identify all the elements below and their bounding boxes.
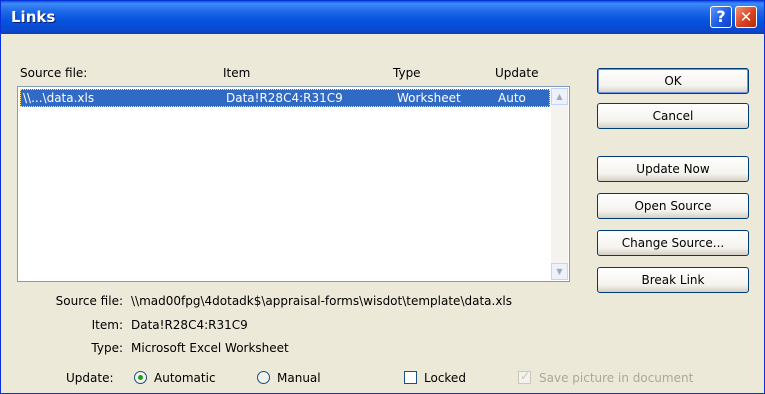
source-file-value: \\mad00fpg\4dotadk$\appraisal-forms\wisd… [131, 294, 513, 308]
dialog-title: Links [11, 8, 56, 26]
automatic-radio[interactable] [134, 371, 147, 384]
locked-checkbox[interactable] [404, 371, 417, 384]
manual-radio-label[interactable]: Manual [277, 371, 321, 385]
link-item-cell: Data!R28C4:R31C9 [226, 91, 343, 105]
link-source-cell: \\...\data.xls [23, 91, 95, 105]
source-file-label: Source file: [55, 294, 123, 308]
save-picture-checkbox[interactable] [518, 369, 531, 384]
manual-radio[interactable] [257, 371, 270, 384]
help-icon: ? [716, 7, 726, 26]
links-list[interactable]: \\...\data.xls Data!R28C4:R31C9 Workshee… [17, 86, 570, 282]
ok-button[interactable]: OK [597, 68, 749, 94]
help-button[interactable]: ? [710, 6, 732, 28]
close-icon: ✕ [739, 8, 753, 26]
column-header-source-file[interactable]: Source file: [20, 66, 87, 80]
cancel-button[interactable]: Cancel [597, 103, 749, 129]
update-label: Update: [66, 371, 114, 385]
links-dialog: Links ? ✕ Source file: Item Type Update … [0, 0, 765, 394]
item-label: Item: [91, 318, 123, 332]
update-now-button[interactable]: Update Now [597, 156, 749, 182]
automatic-radio-label[interactable]: Automatic [154, 371, 216, 385]
change-source-button[interactable]: Change Source... [597, 230, 749, 256]
column-header-update[interactable]: Update [495, 66, 538, 80]
list-item[interactable]: \\...\data.xls Data!R28C4:R31C9 Workshee… [20, 89, 550, 107]
link-update-cell: Auto [498, 91, 526, 105]
break-link-button[interactable]: Break Link [597, 267, 749, 293]
link-type-cell: Worksheet [397, 91, 461, 105]
scroll-up-arrow-icon[interactable]: ▲ [551, 88, 568, 105]
title-bar[interactable]: Links ? ✕ [1, 1, 764, 34]
locked-checkbox-label[interactable]: Locked [424, 371, 466, 385]
save-picture-checkbox-label: Save picture in document [539, 371, 694, 385]
column-header-item[interactable]: Item [223, 66, 250, 80]
vertical-scrollbar[interactable]: ▲ ▼ [551, 88, 568, 280]
item-value: Data!R28C4:R31C9 [131, 318, 248, 332]
type-label: Type: [91, 341, 123, 355]
open-source-button[interactable]: Open Source [597, 193, 749, 219]
type-value: Microsoft Excel Worksheet [131, 341, 289, 355]
scroll-down-arrow-icon[interactable]: ▼ [551, 263, 568, 280]
close-button[interactable]: ✕ [735, 6, 757, 28]
column-header-type[interactable]: Type [393, 66, 421, 80]
